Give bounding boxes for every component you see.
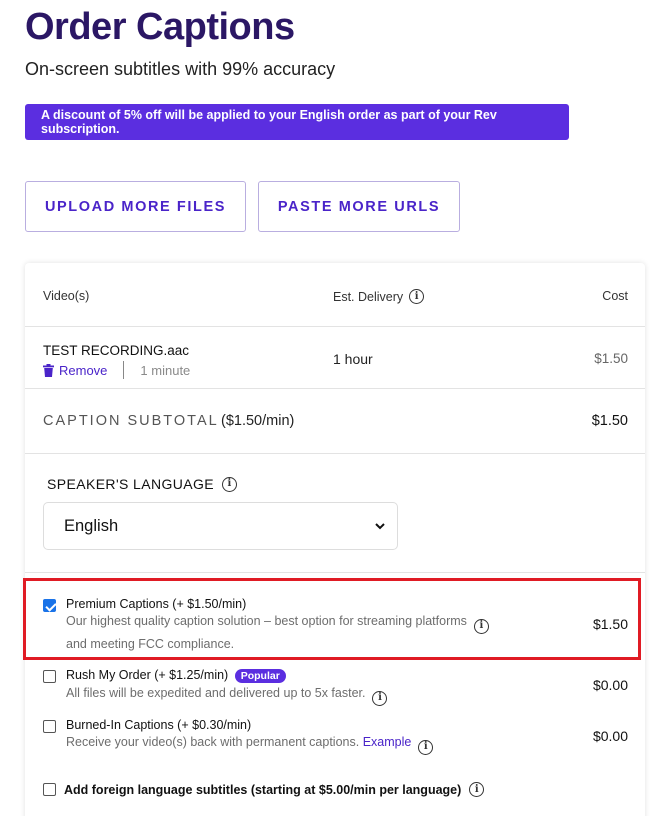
info-icon[interactable]: i: [469, 782, 485, 797]
info-icon[interactable]: i: [222, 476, 238, 492]
subtotal-value: $1.50: [591, 413, 628, 429]
info-icon[interactable]: i: [372, 690, 388, 706]
file-delivery: 1 hour: [333, 351, 373, 367]
divider: [25, 388, 645, 389]
rush-order-desc-text: All files will be expedited and delivere…: [66, 686, 366, 700]
subtotal-rate: ($1.50/min): [221, 413, 295, 429]
divider: [25, 326, 645, 327]
foreign-subtitles-checkbox[interactable]: [43, 783, 56, 796]
burned-in-captions-desc: Receive your video(s) back with permanen…: [66, 732, 434, 755]
file-duration: 1 minute: [140, 362, 191, 378]
rush-order-cost: $0.00: [592, 677, 628, 693]
rush-order-checkbox[interactable]: [43, 670, 56, 683]
column-header-delivery-label: Est. Delivery: [333, 289, 404, 304]
info-icon[interactable]: i: [418, 739, 434, 755]
info-icon[interactable]: i: [473, 618, 489, 634]
order-card: Video(s) Est. Delivery i Cost TEST RECOR…: [23, 263, 645, 816]
rush-order-desc: All files will be expedited and delivere…: [66, 683, 388, 706]
column-header-cost-label: Cost: [602, 289, 628, 303]
rush-order-title-row: Rush My Order (+ $1.25/min) Popular: [66, 668, 387, 683]
burned-in-captions-desc-text: Receive your video(s) back with permanen…: [66, 735, 360, 749]
upload-more-files-button[interactable]: UPLOAD MORE FILES: [25, 181, 246, 232]
option-foreign-subtitles[interactable]: Add foreign language subtitles (starting…: [43, 782, 485, 797]
file-cost: $1.50: [594, 351, 628, 366]
burned-in-captions-cost: $0.00: [592, 728, 628, 744]
burned-in-captions-checkbox[interactable]: [43, 720, 56, 733]
premium-captions-title: Premium Captions (+ $1.50/min): [66, 597, 247, 611]
info-icon[interactable]: i: [409, 289, 425, 304]
subtotal-label: CAPTION SUBTOTAL: [43, 413, 219, 429]
option-burned-in-captions[interactable]: Burned-In Captions (+ $0.30/min) Receive…: [43, 718, 434, 755]
premium-captions-desc-line1: Our highest quality caption solution – b…: [66, 614, 467, 628]
premium-captions-desc: Our highest quality caption solution – b…: [66, 611, 489, 654]
meta-separator: [123, 361, 125, 379]
burned-in-captions-text: Burned-In Captions (+ $0.30/min) Receive…: [66, 718, 434, 755]
speaker-language-value: English: [64, 516, 119, 535]
speaker-language-label: SPEAKER'S LANGUAGE i: [47, 476, 238, 492]
file-meta: Remove 1 minute: [43, 361, 190, 379]
premium-captions-cost: $1.50: [592, 616, 628, 632]
speaker-language-text: SPEAKER'S LANGUAGE: [47, 476, 215, 492]
speaker-language-select[interactable]: English: [43, 502, 398, 550]
premium-captions-desc-line2: and meeting FCC compliance.: [66, 636, 235, 651]
column-header-cost: Cost: [602, 289, 628, 303]
divider: [25, 572, 645, 573]
chevron-down-icon: [375, 523, 385, 530]
trash-icon: [43, 363, 54, 377]
discount-banner: A discount of 5% off will be applied to …: [25, 104, 569, 140]
example-link[interactable]: Example: [363, 735, 412, 749]
rush-order-title: Rush My Order (+ $1.25/min): [66, 668, 229, 682]
foreign-subtitles-label: Add foreign language subtitles (starting…: [64, 782, 462, 797]
premium-captions-text: Premium Captions (+ $1.50/min) Our highe…: [66, 597, 489, 654]
remove-label: Remove: [59, 362, 108, 378]
divider: [25, 453, 645, 454]
popular-badge: Popular: [234, 669, 286, 683]
page-subtitle: On-screen subtitles with 99% accuracy: [25, 59, 336, 79]
premium-captions-checkbox[interactable]: [43, 599, 56, 612]
burned-in-captions-title: Burned-In Captions (+ $0.30/min): [66, 718, 252, 732]
rush-order-text: Rush My Order (+ $1.25/min) Popular All …: [66, 668, 388, 706]
option-premium-captions[interactable]: Premium Captions (+ $1.50/min) Our highe…: [43, 597, 489, 654]
page-title: Order Captions: [25, 6, 295, 48]
column-header-videos: Video(s): [43, 289, 89, 303]
column-header-delivery: Est. Delivery i: [333, 289, 425, 304]
option-rush-order[interactable]: Rush My Order (+ $1.25/min) Popular All …: [43, 668, 388, 706]
file-name: TEST RECORDING.aac: [43, 343, 190, 358]
paste-more-urls-button[interactable]: PASTE MORE URLS: [258, 181, 460, 232]
column-header-videos-label: Video(s): [43, 289, 90, 303]
remove-file-button[interactable]: Remove: [43, 363, 107, 378]
